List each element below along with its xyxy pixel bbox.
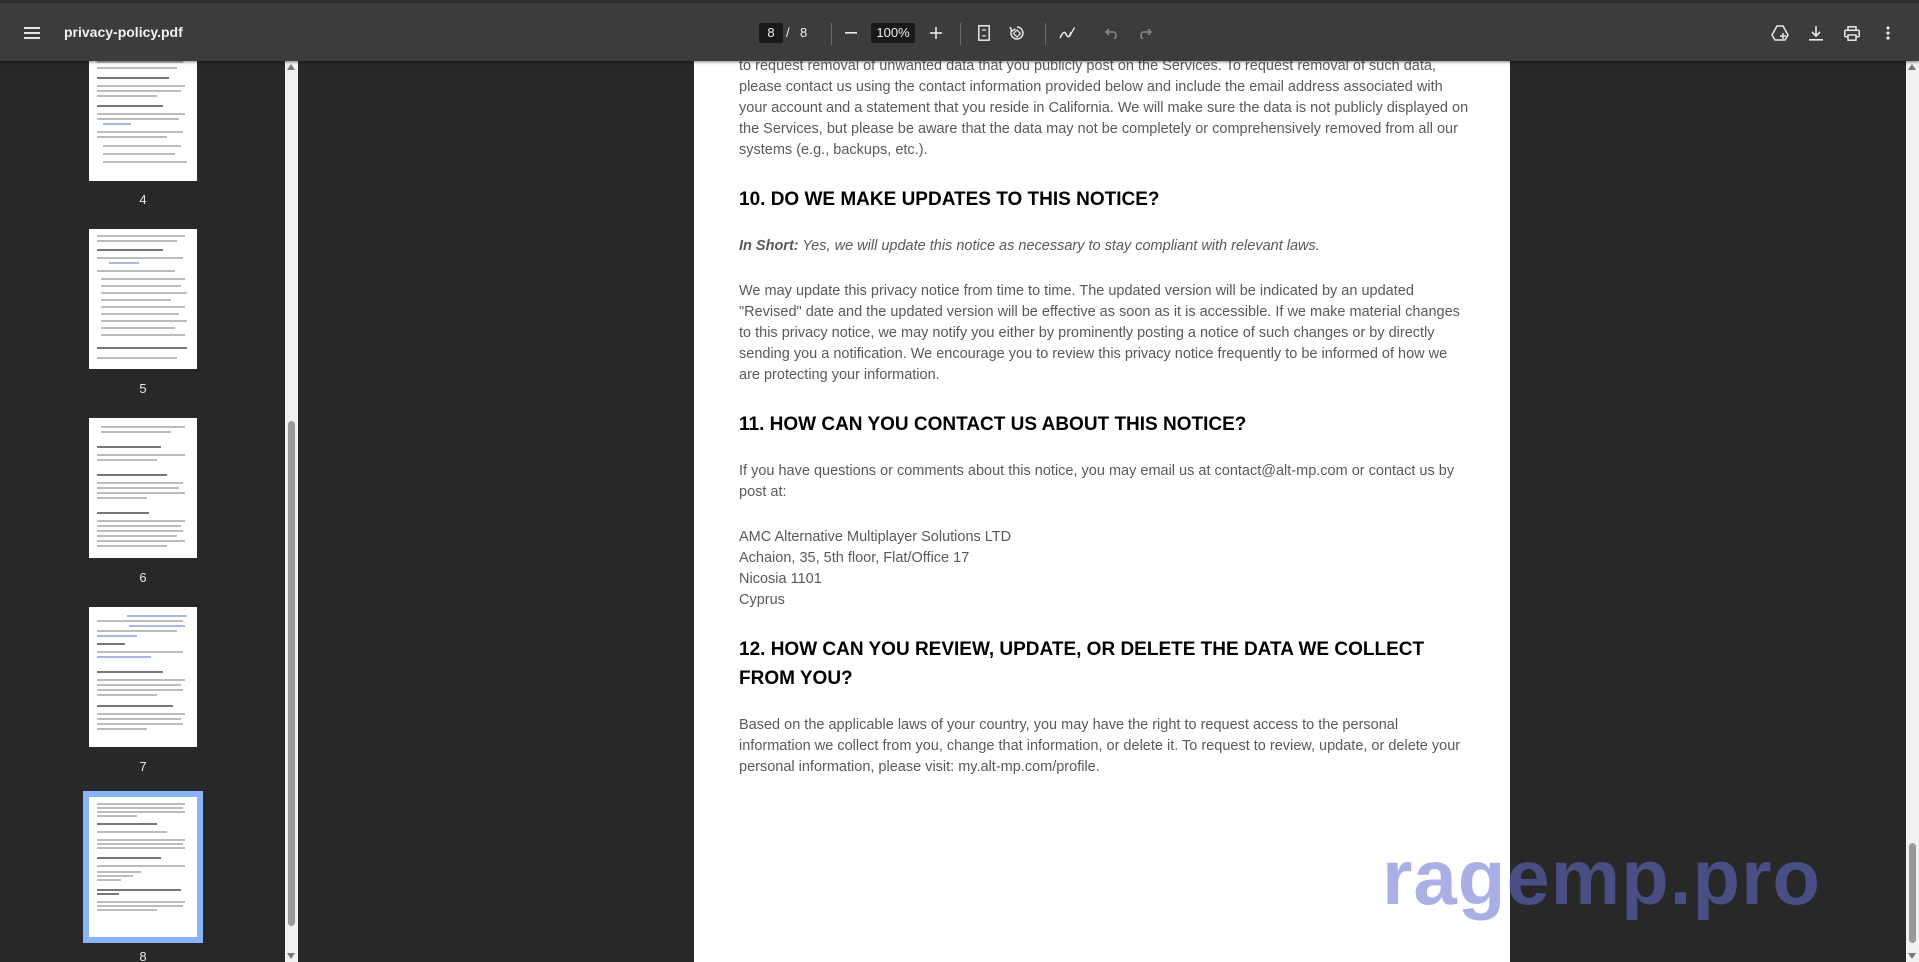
- section-10-body: We may update this privacy notice from t…: [739, 283, 1460, 383]
- document-title: privacy-policy.pdf: [64, 24, 183, 40]
- section-11-body: If you have questions or comments about …: [739, 463, 1455, 500]
- main-scrollbar[interactable]: [1906, 61, 1919, 962]
- annotate-icon[interactable]: [1052, 18, 1082, 48]
- toolbar-divider: [1045, 23, 1046, 45]
- address-line: Nicosia 1101: [739, 571, 822, 587]
- page-number-input[interactable]: 8: [759, 23, 783, 43]
- rotate-icon[interactable]: [1002, 18, 1032, 48]
- postal-address: AMC Alternative Multiplayer Solutions LT…: [739, 527, 1469, 611]
- address-line: Cyprus: [739, 592, 785, 608]
- redo-icon[interactable]: [1130, 18, 1160, 48]
- pdf-toolbar: privacy-policy.pdf 8 / 8 100%: [0, 0, 1919, 61]
- address-line: AMC Alternative Multiplayer Solutions LT…: [739, 529, 1012, 545]
- document-viewer: to request removal of unwanted data that…: [298, 61, 1906, 962]
- undo-icon[interactable]: [1097, 18, 1127, 48]
- page-thumbnail-6[interactable]: [89, 418, 197, 558]
- toolbar-divider: [831, 23, 832, 45]
- pdf-page: to request removal of unwanted data that…: [694, 61, 1510, 962]
- more-icon[interactable]: [1873, 18, 1903, 48]
- section-12-body: Based on the applicable laws of your cou…: [739, 717, 1461, 775]
- scrollbar-thumb[interactable]: [288, 421, 295, 926]
- zoom-out-icon[interactable]: [836, 18, 866, 48]
- in-short-text: Yes, we will update this notice as neces…: [798, 238, 1320, 254]
- scroll-up-icon[interactable]: [1908, 64, 1916, 70]
- fit-page-icon[interactable]: [969, 18, 999, 48]
- scroll-down-icon[interactable]: [1908, 953, 1916, 959]
- watermark-logo: ragemp.pro: [1382, 833, 1822, 921]
- thumbnail-label: 6: [139, 570, 147, 585]
- thumbnail-label: 4: [139, 192, 147, 207]
- download-icon[interactable]: [1801, 18, 1831, 48]
- thumbnail-label: 8: [139, 949, 147, 962]
- drive-icon[interactable]: [1765, 18, 1795, 48]
- intro-paragraph: to request removal of unwanted data that…: [739, 61, 1469, 158]
- print-icon[interactable]: [1837, 18, 1867, 48]
- thumbnail-sidebar: 4 5 6 7 8: [0, 61, 297, 962]
- zoom-input[interactable]: 100%: [871, 23, 915, 43]
- section-12-heading: 12. HOW CAN YOU REVIEW, UPDATE, OR DELET…: [739, 639, 1425, 689]
- page-thumbnail-5[interactable]: [89, 229, 197, 369]
- section-10-heading: 10. DO WE MAKE UPDATES TO THIS NOTICE?: [739, 189, 1160, 210]
- in-short-label: In Short:: [739, 238, 799, 254]
- section-10-summary: In Short: Yes, we will update this notic…: [739, 236, 1469, 257]
- thumbnail-label: 5: [139, 381, 147, 396]
- section-11-heading: 11. HOW CAN YOU CONTACT US ABOUT THIS NO…: [739, 414, 1247, 435]
- address-line: Achaion, 35, 5th floor, Flat/Office 17: [739, 550, 970, 566]
- scroll-up-icon[interactable]: [287, 64, 295, 70]
- page-thumbnail-7[interactable]: [89, 607, 197, 747]
- page-thumbnail-4[interactable]: [89, 61, 197, 181]
- sidebar-scrollbar[interactable]: [285, 61, 298, 962]
- thumbnail-label: 7: [139, 759, 147, 774]
- menu-icon[interactable]: [17, 18, 47, 48]
- page-separator: /: [786, 25, 790, 40]
- toolbar-divider: [960, 23, 961, 45]
- page-thumbnail-8[interactable]: [83, 791, 203, 943]
- scrollbar-thumb[interactable]: [1909, 843, 1916, 943]
- zoom-in-icon[interactable]: [921, 18, 951, 48]
- page-total: 8: [800, 25, 808, 40]
- scroll-down-icon[interactable]: [287, 953, 295, 959]
